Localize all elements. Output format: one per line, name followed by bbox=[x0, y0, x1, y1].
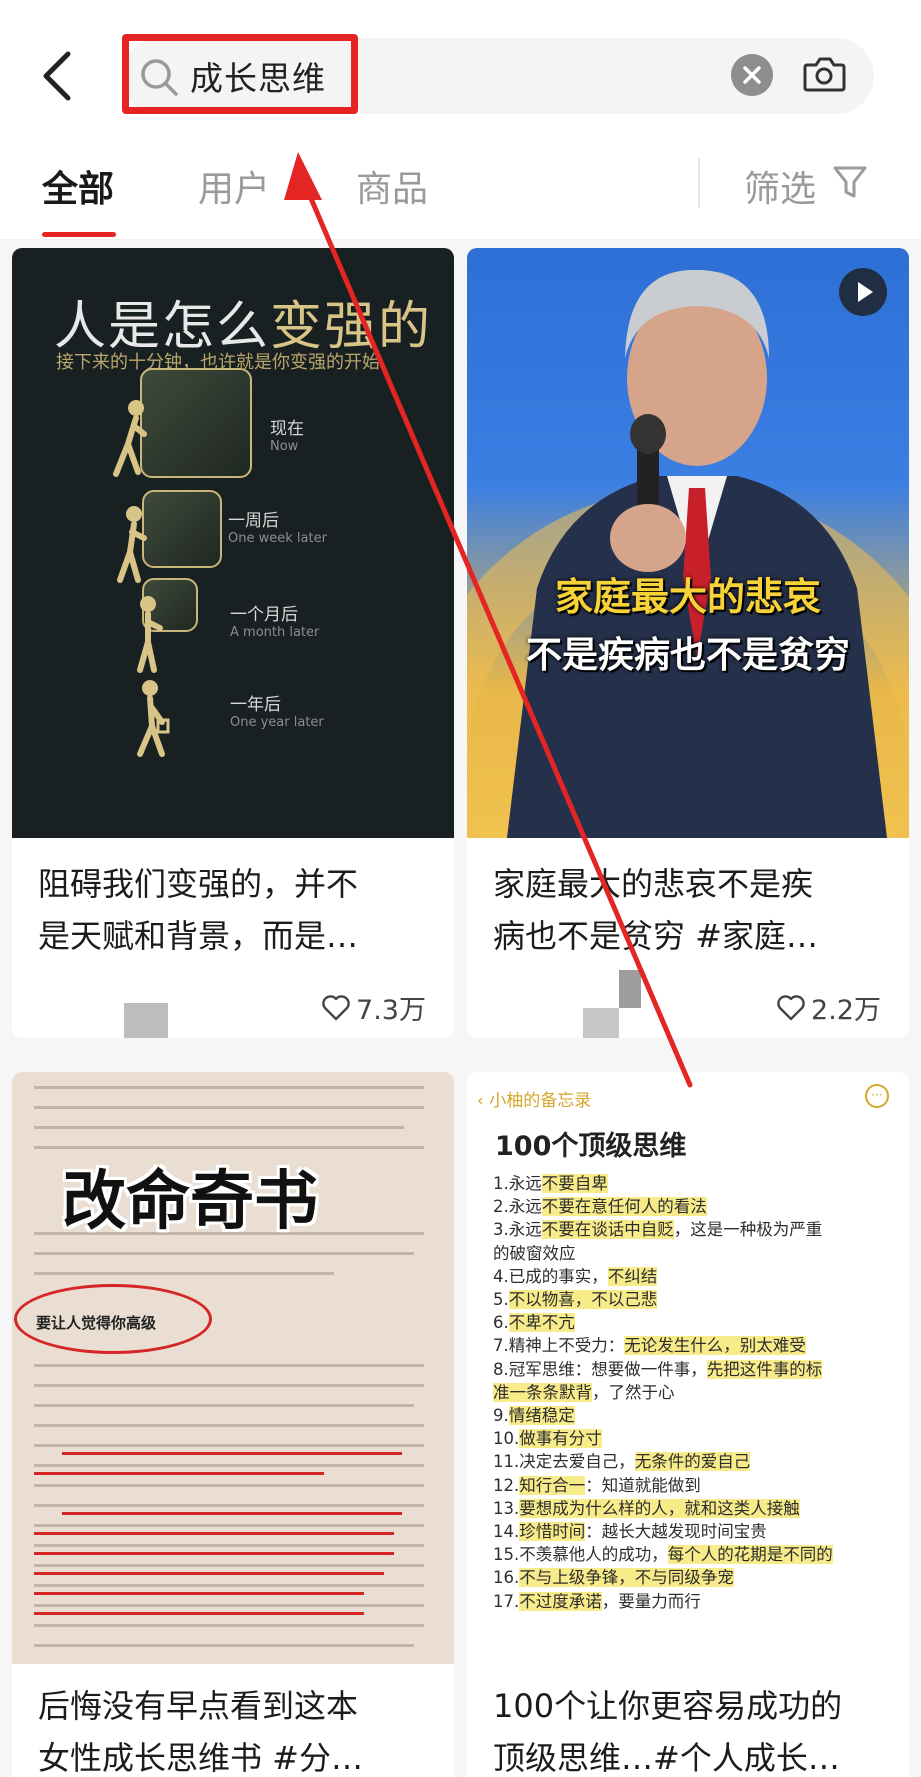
person-icon bbox=[137, 680, 170, 757]
like-count[interactable]: 7.3万 bbox=[322, 988, 426, 1027]
growth-box bbox=[142, 490, 222, 568]
camera-icon[interactable] bbox=[802, 54, 846, 94]
book-heading: 要让人觉得你高级 bbox=[36, 1314, 157, 1332]
play-icon[interactable] bbox=[839, 268, 887, 316]
card-title[interactable]: 后悔没有早点看到这本 女性成长思维书 #分… bbox=[38, 1680, 438, 1777]
card-thumbnail[interactable]: 人是怎么变强的 接下来的十分钟，也许就是你变强的开始 现在 Now 一周后 One … bbox=[12, 248, 454, 838]
result-card[interactable]: 家庭最大的悲哀 不是疾病也不是贫穷 家庭最大的悲哀不是疾 病也不是贫穷 #家庭… … bbox=[467, 248, 909, 1038]
tab-divider bbox=[698, 158, 700, 208]
memo-list-item: 5.不以物喜，不以己悲 bbox=[493, 1290, 658, 1310]
tab-users[interactable]: 用户 bbox=[198, 160, 270, 212]
filter-icon[interactable] bbox=[832, 164, 868, 202]
tab-all[interactable]: 全部 bbox=[42, 160, 114, 212]
memo-list-item: 8.冠军思维：想要做一件事，先把这件事的标 bbox=[493, 1359, 823, 1379]
memo-list-item: 14.珍惜时间：越长大越发现时间宝贵 bbox=[493, 1522, 767, 1542]
back-arrow-icon[interactable] bbox=[38, 46, 78, 106]
memo-list-item: 3.永远不要在谈话中自贬，这是一种极为严重 bbox=[493, 1220, 823, 1240]
result-card[interactable]: ‹ 小柚的备忘录 ··· 100个顶级思维 1.永远不要自卑 2.永远不要在意任何… bbox=[467, 1072, 909, 1777]
card-title[interactable]: 家庭最大的悲哀不是疾 病也不是贫穷 #家庭… bbox=[493, 858, 893, 962]
growth-box bbox=[140, 368, 252, 478]
stage-label: 现在 Now bbox=[270, 419, 304, 454]
heart-icon bbox=[777, 994, 805, 1020]
person-icon bbox=[137, 596, 163, 673]
memo-list-item: 13.要想成为什么样的人，就和这类人接触 bbox=[493, 1498, 800, 1518]
filter-button[interactable]: 筛选 bbox=[744, 160, 816, 212]
speaker-photo bbox=[507, 269, 887, 838]
card-thumbnail[interactable]: 改命奇书 要让人觉得你高级 bbox=[12, 1072, 454, 1664]
memo-list-item: 15.不羡慕他人的成功，每个人的花期是不同的 bbox=[493, 1545, 833, 1565]
active-tab-indicator bbox=[42, 232, 116, 237]
memo-list-item: 7.精神上不受力：无论发生什么，别太难受 bbox=[493, 1336, 806, 1356]
video-caption: 家庭最大的悲哀 bbox=[554, 575, 821, 619]
stage-label: 一周后 One week later bbox=[228, 511, 327, 546]
clear-icon[interactable] bbox=[731, 54, 773, 96]
memo-list-item: 16.不与上级争锋，不与同级争宠 bbox=[493, 1568, 734, 1588]
tab-bar: 全部 用户 商品 筛选 bbox=[0, 140, 921, 240]
stage-label: 一年后 One year later bbox=[230, 695, 324, 730]
card-title[interactable]: 100个让你更容易成功的 顶级思维…#个人成长… bbox=[493, 1680, 893, 1777]
search-results-page: 成长思维 全部 用户 商品 筛选 人是怎么变强的 接下来的十分钟，也许就是你变强… bbox=[0, 0, 921, 1777]
card-thumbnail[interactable]: 家庭最大的悲哀 不是疾病也不是贫穷 bbox=[467, 248, 909, 838]
result-card[interactable]: 改命奇书 要让人觉得你高级 后悔没有早点看到这本 女性成长思维书 #分… bbox=[12, 1072, 454, 1777]
more-icon: ··· bbox=[865, 1084, 889, 1108]
memo-list-item: 1.永远不要自卑 bbox=[493, 1174, 608, 1193]
memo-list-item: 11.决定去爱自己，无条件的爱自己 bbox=[493, 1452, 751, 1472]
heart-icon bbox=[322, 994, 350, 1020]
search-header: 成长思维 bbox=[0, 0, 921, 140]
card-title[interactable]: 阻碍我们变强的，并不 是天赋和背景，而是… bbox=[38, 858, 438, 962]
memo-list-item: 2.永远不要在意任何人的看法 bbox=[493, 1197, 707, 1217]
results-grid: 人是怎么变强的 接下来的十分钟，也许就是你变强的开始 现在 Now 一周后 One … bbox=[0, 240, 921, 1777]
overlay-title: 改命奇书 bbox=[62, 1165, 318, 1239]
memo-list-item: 准一条条默背，了然于心 bbox=[493, 1382, 675, 1402]
card-thumbnail[interactable]: ‹ 小柚的备忘录 ··· 100个顶级思维 1.永远不要自卑 2.永远不要在意任何… bbox=[467, 1072, 909, 1664]
memo-list-item: 6.不卑不亢 bbox=[493, 1313, 575, 1333]
memo-list: 1.永远不要自卑 2.永远不要在意任何人的看法 3.永远不要在谈话中自贬，这是一种极… bbox=[493, 1172, 903, 1613]
search-highlight-box bbox=[122, 34, 358, 114]
memo-list-item: 的破窗效应 bbox=[493, 1243, 576, 1263]
stage-label: 一个月后 A month later bbox=[230, 605, 320, 640]
memo-list-item: 10.做事有分寸 bbox=[493, 1429, 602, 1449]
memo-list-item: 4.已成的事实，不纠结 bbox=[493, 1266, 658, 1286]
video-caption: 不是疾病也不是贫穷 bbox=[525, 635, 850, 676]
person-icon bbox=[117, 506, 147, 583]
memo-list-item: 17.不过度承诺，要量力而行 bbox=[493, 1591, 701, 1611]
tab-products[interactable]: 商品 bbox=[356, 160, 428, 212]
avatar[interactable] bbox=[124, 1003, 168, 1038]
like-count[interactable]: 2.2万 bbox=[777, 988, 881, 1027]
avatar[interactable] bbox=[583, 970, 641, 1038]
memo-back-label: ‹ 小柚的备忘录 bbox=[477, 1091, 592, 1111]
memo-list-item: 9.情绪稳定 bbox=[493, 1406, 575, 1426]
memo-heading: 100个顶级思维 bbox=[495, 1131, 687, 1162]
memo-list-item: 12.知行合一：知道就能做到 bbox=[493, 1475, 701, 1495]
person-icon bbox=[113, 400, 147, 477]
result-card[interactable]: 人是怎么变强的 接下来的十分钟，也许就是你变强的开始 现在 Now 一周后 One … bbox=[12, 248, 454, 1038]
